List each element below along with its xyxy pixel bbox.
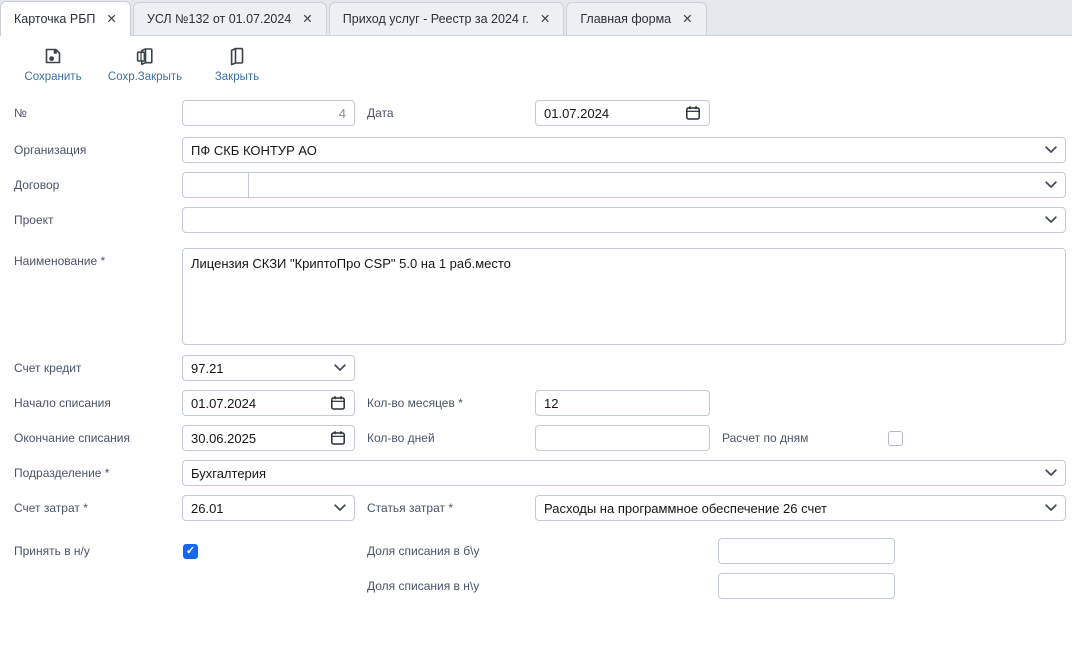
organization-value: ПФ СКБ КОНТУР АО: [191, 142, 317, 158]
date-label: Дата: [367, 106, 394, 120]
number-field[interactable]: [182, 100, 355, 126]
chevron-down-icon[interactable]: [1045, 469, 1057, 477]
name-label: Наименование *: [14, 254, 106, 268]
cost-item-select[interactable]: Расходы на программное обеспечение 26 сч…: [535, 495, 1066, 521]
start-date-label: Начало списания: [14, 396, 111, 410]
check-icon: ✓: [185, 545, 196, 557]
share-nu-field[interactable]: [718, 573, 895, 599]
tab-bar: Карточка РБП ✕ УСЛ №132 от 01.07.2024 ✕ …: [0, 0, 1072, 36]
organization-select[interactable]: ПФ СКБ КОНТУР АО: [182, 137, 1066, 163]
tab-label: Главная форма: [580, 12, 672, 26]
tab-close-icon[interactable]: ✕: [302, 13, 312, 26]
save-close-button[interactable]: Сохр.Закрыть: [102, 45, 188, 83]
name-textarea[interactable]: Лицензия СКЗИ "КриптоПро CSP" 5.0 на 1 р…: [182, 248, 1066, 345]
share-bu-field[interactable]: [718, 538, 895, 564]
by-days-checkbox[interactable]: ✓: [888, 431, 903, 446]
contract-select[interactable]: [248, 172, 1066, 198]
tab-glavnaya-forma[interactable]: Главная форма ✕: [566, 2, 707, 35]
share-nu-label: Доля списания в н\у: [367, 579, 480, 593]
calendar-icon[interactable]: [330, 395, 346, 411]
project-label: Проект: [14, 213, 54, 227]
floppy-icon: [43, 45, 63, 67]
tab-close-icon[interactable]: ✕: [682, 13, 692, 26]
credit-account-label: Счет кредит: [14, 361, 82, 375]
tax-accept-label: Принять в н/у: [14, 544, 90, 558]
cost-item-value: Расходы на программное обеспечение 26 сч…: [544, 500, 827, 516]
project-select[interactable]: [182, 207, 1066, 233]
rbp-form: № Дата Организация ПФ СКБ КОНТУР АО Дог: [0, 96, 1072, 665]
tab-label: Приход услуг - Реестр за 2024 г.: [342, 12, 529, 26]
date-input[interactable]: [544, 101, 685, 125]
days-field[interactable]: [535, 425, 710, 451]
tab-label: УСЛ №132 от 01.07.2024: [146, 12, 292, 26]
cost-item-label: Статья затрат *: [367, 501, 454, 515]
contract-label: Договор: [14, 178, 60, 192]
rbp-card-window: Карточка РБП ✕ УСЛ №132 от 01.07.2024 ✕ …: [0, 0, 1072, 665]
days-label: Кол-во дней: [367, 431, 435, 445]
tab-close-icon[interactable]: ✕: [106, 13, 116, 26]
chevron-down-icon[interactable]: [1045, 216, 1057, 224]
start-date-field[interactable]: [182, 390, 355, 416]
credit-account-value: 97.21: [191, 360, 224, 376]
save-button-label: Сохранить: [24, 71, 82, 83]
share-bu-label: Доля списания в б\у: [367, 544, 480, 558]
close-button[interactable]: Закрыть: [206, 45, 268, 83]
contract-code-field[interactable]: [182, 172, 249, 198]
months-field[interactable]: [535, 390, 710, 416]
tab-label: Карточка РБП: [14, 12, 96, 26]
tax-accept-checkbox[interactable]: ✓: [183, 544, 198, 559]
chevron-down-icon[interactable]: [334, 504, 346, 512]
end-date-label: Окончание списания: [14, 431, 130, 445]
department-select[interactable]: Бухгалтерия: [182, 460, 1066, 486]
close-button-label: Закрыть: [214, 71, 260, 83]
tab-usl-132[interactable]: УСЛ №132 от 01.07.2024 ✕: [132, 2, 327, 35]
tab-prihod-uslug-reestr[interactable]: Приход услуг - Реестр за 2024 г. ✕: [328, 2, 565, 35]
number-label: №: [14, 106, 27, 120]
start-date-input[interactable]: [191, 391, 330, 415]
chevron-down-icon[interactable]: [1045, 504, 1057, 512]
date-field[interactable]: [535, 100, 710, 126]
chevron-down-icon[interactable]: [1045, 181, 1057, 189]
department-label: Подразделение *: [14, 466, 110, 480]
by-days-label: Расчет по дням: [722, 431, 809, 445]
save-close-button-label: Сохр.Закрыть: [107, 71, 183, 83]
months-label: Кол-во месяцев *: [367, 396, 463, 410]
credit-account-select[interactable]: 97.21: [182, 355, 355, 381]
save-button[interactable]: Сохранить: [16, 45, 90, 83]
end-date-input[interactable]: [191, 426, 330, 450]
tab-kartochka-rbp[interactable]: Карточка РБП ✕: [0, 1, 131, 36]
end-date-field[interactable]: [182, 425, 355, 451]
toolbar: Сохранить Сохр.Закрыть Закрыть: [0, 36, 1072, 96]
calendar-icon[interactable]: [330, 430, 346, 446]
cost-account-label: Счет затрат *: [14, 501, 88, 515]
tab-close-icon[interactable]: ✕: [540, 13, 550, 26]
cost-account-value: 26.01: [191, 500, 224, 516]
chevron-down-icon[interactable]: [334, 364, 346, 372]
chevron-down-icon[interactable]: [1045, 146, 1057, 154]
save-close-icon: [135, 45, 155, 67]
calendar-icon[interactable]: [685, 105, 701, 121]
organization-label: Организация: [14, 143, 87, 157]
department-value: Бухгалтерия: [191, 465, 267, 481]
cost-account-select[interactable]: 26.01: [182, 495, 355, 521]
door-icon: [227, 45, 247, 67]
